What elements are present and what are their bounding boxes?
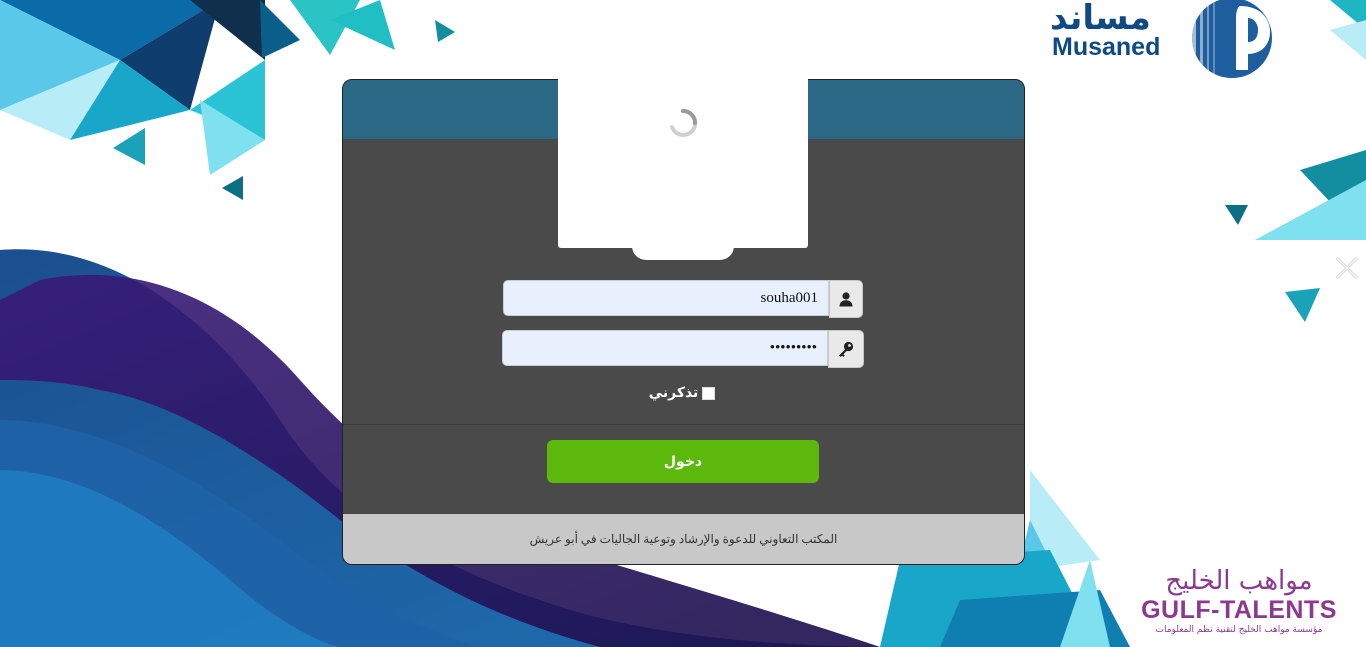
username-input[interactable] bbox=[503, 280, 829, 316]
password-input[interactable] bbox=[502, 330, 828, 366]
gulf-talents-tagline: مؤسسة مواهب الخليج لتقنية نظم المعلومات bbox=[1155, 625, 1323, 635]
musaned-mark-icon bbox=[1192, 0, 1272, 78]
password-addon bbox=[828, 330, 864, 368]
close-icon[interactable] bbox=[1332, 253, 1362, 283]
username-addon bbox=[829, 280, 863, 318]
user-icon bbox=[839, 292, 853, 307]
gulf-talents-arabic: مواهب الخليج bbox=[1165, 566, 1313, 596]
login-button[interactable]: دخول bbox=[547, 440, 819, 483]
musaned-logo-english: Musaned bbox=[1052, 33, 1161, 61]
loading-box bbox=[558, 79, 808, 248]
gulf-talents-logo: مواهب الخليج GULF-TALENTS مؤسسة مواهب ال… bbox=[1124, 565, 1354, 647]
remember-me[interactable]: تذكرني bbox=[600, 381, 764, 405]
key-icon bbox=[839, 341, 854, 357]
remember-label: تذكرني bbox=[648, 385, 699, 401]
remember-checkbox[interactable] bbox=[702, 386, 716, 400]
username-field-group bbox=[503, 280, 863, 318]
password-field-group bbox=[502, 330, 864, 368]
login-panel-footer: المكتب التعاوني للدعوة والإرشاد وتوعية ا… bbox=[343, 514, 1024, 564]
login-button-label: دخول bbox=[663, 453, 703, 470]
musaned-logo: مساند Musaned bbox=[1048, 0, 1284, 80]
spinner-icon bbox=[670, 108, 698, 137]
footer-office-name: المكتب التعاوني للدعوة والإرشاد وتوعية ا… bbox=[529, 531, 838, 546]
gulf-talents-english: GULF-TALENTS bbox=[1141, 596, 1337, 624]
avatar-tab bbox=[632, 240, 734, 260]
